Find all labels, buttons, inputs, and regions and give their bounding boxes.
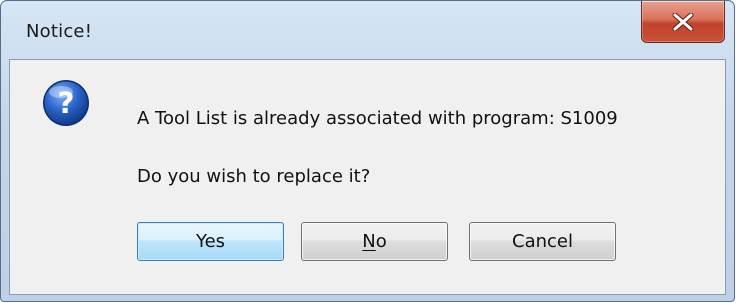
title-bar[interactable]: Notice! [1, 1, 734, 59]
no-mnemonic: N [362, 231, 376, 252]
yes-button-label: Yes [195, 231, 226, 252]
dialog-body: ? A Tool List is already associated with… [9, 59, 726, 295]
message-line-2: Do you wish to replace it? [137, 166, 371, 187]
dialog-window: Notice! ? A Tool List is already associa… [0, 0, 735, 302]
svg-text:?: ? [58, 86, 75, 120]
close-button[interactable] [641, 1, 725, 43]
no-button-label: No [362, 231, 386, 252]
dialog-title: Notice! [26, 21, 93, 42]
no-button[interactable]: No [301, 222, 448, 261]
close-icon [672, 12, 694, 31]
message-line-1: A Tool List is already associated with p… [137, 108, 618, 129]
cancel-button-label: Cancel [512, 231, 573, 252]
yes-button[interactable]: Yes [137, 222, 284, 261]
cancel-button[interactable]: Cancel [469, 222, 616, 261]
no-label-rest: o [375, 231, 387, 252]
question-icon: ? [43, 80, 89, 126]
